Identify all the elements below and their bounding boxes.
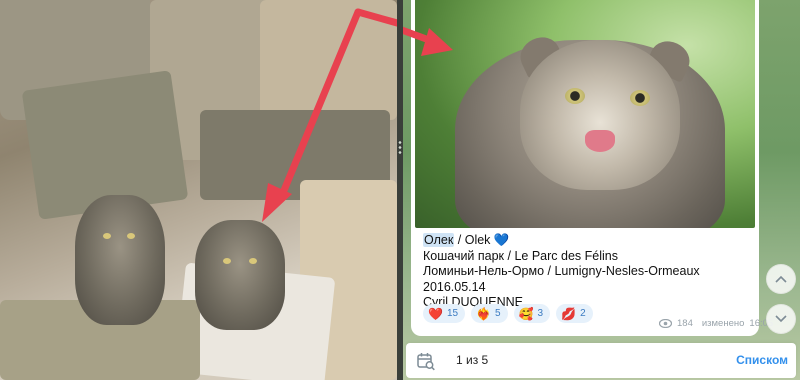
calendar-search-button[interactable] bbox=[416, 351, 436, 371]
show-as-list-button[interactable]: Списком bbox=[736, 353, 788, 367]
search-results-bar: 1 из 5 Списком bbox=[406, 343, 796, 378]
reaction-count: 5 bbox=[495, 308, 501, 319]
reaction-emoji: 🥰 bbox=[518, 306, 534, 321]
screen: Олек / Olek 💙 Кошачий парк / Le Parc des… bbox=[0, 0, 800, 380]
edited-label: изменено bbox=[701, 318, 745, 329]
reaction-count: 2 bbox=[580, 308, 586, 319]
message-bubble[interactable]: Олек / Olek 💙 Кошачий парк / Le Parc des… bbox=[403, 0, 773, 336]
arrow-icon bbox=[354, 8, 397, 27]
reactions-bar: ❤️ 15 ❤️‍🔥 5 🥰 3 💋 2 bbox=[423, 304, 593, 323]
reaction-count: 15 bbox=[446, 308, 459, 319]
reaction-chip[interactable]: ❤️‍🔥 5 bbox=[471, 304, 508, 323]
message-meta: 184 изменено 16:05 bbox=[659, 318, 773, 329]
views-count: 184 bbox=[677, 318, 693, 329]
cat-tongue bbox=[585, 130, 615, 152]
chevron-down-icon bbox=[775, 315, 787, 323]
cat-face bbox=[520, 40, 680, 190]
arrow-icon bbox=[262, 8, 397, 222]
cat-eye bbox=[565, 88, 585, 104]
message-caption: Олек / Olek 💙 Кошачий парк / Le Parc des… bbox=[423, 233, 753, 311]
reaction-emoji: ❤️ bbox=[428, 306, 443, 321]
arrow-icon bbox=[262, 8, 362, 222]
drag-handle-icon[interactable] bbox=[398, 140, 402, 154]
scroll-down-button[interactable] bbox=[766, 304, 796, 334]
calendar-search-icon bbox=[417, 353, 435, 371]
pallas-cat-photo[interactable] bbox=[415, 0, 755, 228]
reaction-chip[interactable]: 🥰 3 bbox=[513, 304, 551, 323]
reaction-chip[interactable]: ❤️ 15 bbox=[423, 304, 466, 323]
chat-panel: Олек / Olek 💙 Кошачий парк / Le Parc des… bbox=[403, 0, 800, 380]
caption-line: Олек / Olek 💙 bbox=[423, 233, 753, 249]
reaction-emoji: ❤️‍🔥 bbox=[476, 306, 492, 321]
chevron-up-icon bbox=[775, 275, 787, 283]
cats-in-rocks-photo bbox=[0, 0, 397, 380]
scroll-up-button[interactable] bbox=[766, 264, 796, 294]
search-highlight: Олек bbox=[423, 233, 455, 247]
arrow-icon bbox=[403, 26, 453, 56]
caption-line: Ломиньи-Нель-Ормо / Lumigny-Nesles-Ormea… bbox=[423, 264, 700, 278]
cat-eye bbox=[630, 90, 650, 106]
reaction-count: 3 bbox=[537, 308, 544, 319]
caption-line: 2016.05.14 bbox=[423, 279, 486, 294]
eye-icon bbox=[659, 319, 672, 328]
reaction-chip[interactable]: 💋 2 bbox=[556, 304, 593, 323]
search-result-counter: 1 из 5 bbox=[456, 353, 489, 367]
reaction-emoji: 💋 bbox=[561, 306, 577, 321]
caption-text: / Olek 💙 bbox=[454, 233, 510, 247]
caption-line: Кошачий парк / Le Parc des Félins bbox=[423, 248, 618, 263]
